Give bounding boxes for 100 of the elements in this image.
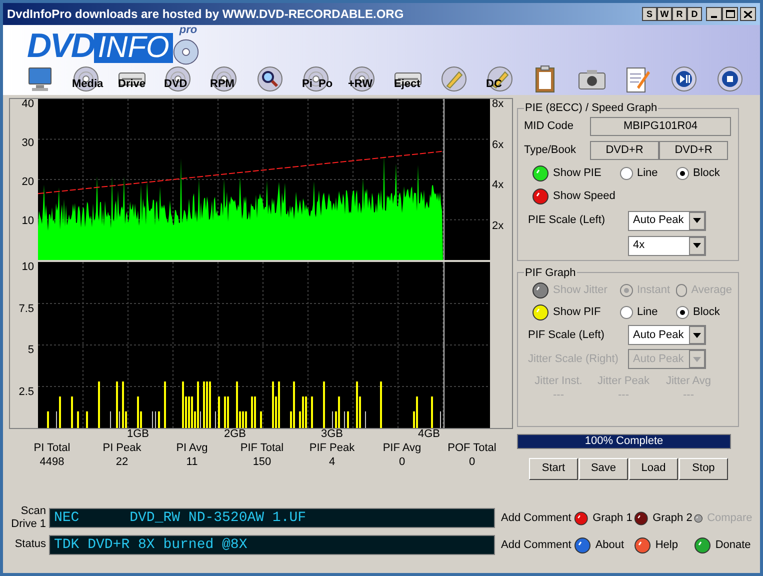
toolbar-button[interactable]: Pi Po — [297, 64, 335, 94]
stat-value: 11 — [186, 456, 198, 470]
field-label: PIF Scale (Left) — [527, 328, 606, 343]
scale-dropdown[interactable]: 4x — [628, 236, 706, 256]
indicator-label: Donate — [715, 538, 751, 553]
row-label: Scan — [20, 504, 46, 518]
stat-label: PIF Total — [240, 442, 284, 456]
toolbar-button[interactable]: Drive — [113, 64, 151, 94]
axis-label: 20 — [22, 177, 34, 188]
title-bar-button[interactable]: S — [642, 7, 657, 21]
stat-label: PIF Avg — [382, 442, 422, 456]
axis-label: 3GB — [320, 429, 344, 442]
indicator-label: Show PIF — [553, 304, 601, 320]
toolbar-button[interactable]: DVD — [159, 64, 197, 94]
close-button[interactable] — [740, 7, 756, 21]
indicator-led-icon[interactable] — [532, 188, 549, 205]
logo-text: INFO — [94, 33, 174, 63]
row-label: Drive 1 — [11, 518, 46, 532]
type-field: DVD+R — [590, 140, 659, 160]
axis-label: 30 — [22, 138, 34, 149]
axis-label: 8x — [492, 99, 505, 110]
camera-icon — [578, 68, 606, 90]
indicator-led-icon[interactable] — [634, 510, 649, 527]
add-comment-link[interactable]: Add Comment — [501, 510, 572, 526]
axis-label: 4x — [492, 180, 505, 192]
stat-label: POF Total — [448, 442, 496, 456]
indicator-label: About — [595, 538, 624, 553]
indicator-led-icon[interactable] — [532, 165, 549, 182]
axis-label: 6x — [492, 140, 505, 151]
toolbar-button[interactable]: Eject — [389, 64, 427, 94]
toolbar-button[interactable]: +RW — [343, 64, 381, 94]
logo-label: pro — [179, 25, 198, 36]
disc-icon — [349, 66, 375, 92]
axis-label: 4GB — [416, 429, 441, 442]
caret-icon — [693, 356, 701, 362]
scale-dropdown[interactable]: Auto Peak — [628, 210, 706, 230]
caret-icon — [693, 243, 701, 248]
field-label: PIE Scale (Left) — [527, 213, 606, 228]
indicator-label: Graph 2 — [652, 511, 692, 526]
jitter-value: --- — [553, 388, 564, 402]
axis-label: 2.5 — [18, 386, 34, 400]
action-button[interactable]: Start — [529, 458, 578, 480]
axis-label: 5 — [28, 345, 34, 358]
axis-label: 1GB — [126, 429, 150, 442]
panel-title: PIE (8ECC) / Speed Graph — [524, 101, 658, 116]
stat-value: 22 — [116, 456, 128, 470]
caret-icon — [693, 332, 701, 338]
stat-label: PI Peak — [102, 442, 142, 456]
radio-option[interactable]: Line — [620, 304, 676, 320]
book-field: DVD+R — [659, 140, 728, 160]
logo-disc-icon — [173, 39, 200, 65]
stat-value: 4498 — [40, 456, 64, 470]
disc-pencil-icon — [441, 66, 467, 92]
progress-label: 100% Complete — [584, 434, 664, 448]
indicator-led-icon[interactable] — [694, 536, 712, 554]
logo-text: DVD — [27, 29, 94, 63]
row-label: Status — [14, 538, 46, 552]
toolbar-button[interactable]: RPM — [205, 64, 243, 94]
indicator-label: Show PIE — [553, 166, 602, 182]
stat-value: 0 — [468, 456, 476, 470]
panel-title: PIF Graph — [524, 266, 577, 280]
toolbar-button[interactable]: Media — [67, 64, 105, 94]
window-title: DvdInfoPro downloads are hosted by WWW.DVD-RECORDABLE.ORG — [7, 6, 405, 23]
title-bar-button[interactable]: D — [687, 7, 702, 21]
radio-option[interactable]: Block — [676, 304, 732, 320]
stat-value: 150 — [252, 456, 272, 470]
axis-label: 10 — [22, 262, 34, 275]
jitter-value: --- — [683, 388, 694, 402]
axis-label: 2x — [492, 220, 505, 232]
title-bar-button[interactable]: W — [657, 7, 672, 21]
drive-icon — [118, 72, 146, 86]
add-comment-link[interactable]: Add Comment — [501, 536, 572, 554]
indicator-led-icon[interactable] — [634, 536, 652, 554]
minimize-button[interactable] — [706, 7, 722, 21]
axis-label: 7.5 — [18, 304, 34, 316]
radio-option[interactable]: Line — [620, 165, 676, 182]
indicator-led-icon[interactable] — [532, 304, 549, 320]
indicator-led-icon[interactable] — [574, 510, 589, 527]
disc-icon — [165, 66, 191, 92]
stop-icon — [717, 66, 743, 92]
radio-option[interactable]: Block — [676, 165, 732, 182]
maximize-icon — [726, 10, 734, 18]
indicator-label: Help — [655, 538, 678, 553]
indicator-led-icon[interactable] — [574, 536, 592, 554]
indicator-label: Graph 1 — [592, 511, 632, 526]
title-bar-button[interactable]: R — [672, 7, 687, 21]
play-pause-icon — [671, 66, 697, 92]
indicator-label: Show Speed — [553, 189, 616, 204]
caret-icon — [693, 218, 701, 223]
action-button[interactable]: Load — [629, 458, 678, 480]
axis-label: 10 — [22, 216, 34, 227]
stat-label: PI Total — [34, 442, 70, 456]
action-button[interactable]: Stop — [679, 458, 728, 480]
search-icon — [257, 66, 283, 92]
stat-label: PIF Peak — [309, 442, 355, 456]
field-label: Type/Book — [524, 142, 577, 158]
action-button[interactable]: Save — [579, 458, 628, 480]
maximize-button[interactable] — [722, 7, 738, 21]
close-icon — [744, 10, 752, 18]
scale-dropdown[interactable]: Auto Peak — [628, 325, 706, 345]
